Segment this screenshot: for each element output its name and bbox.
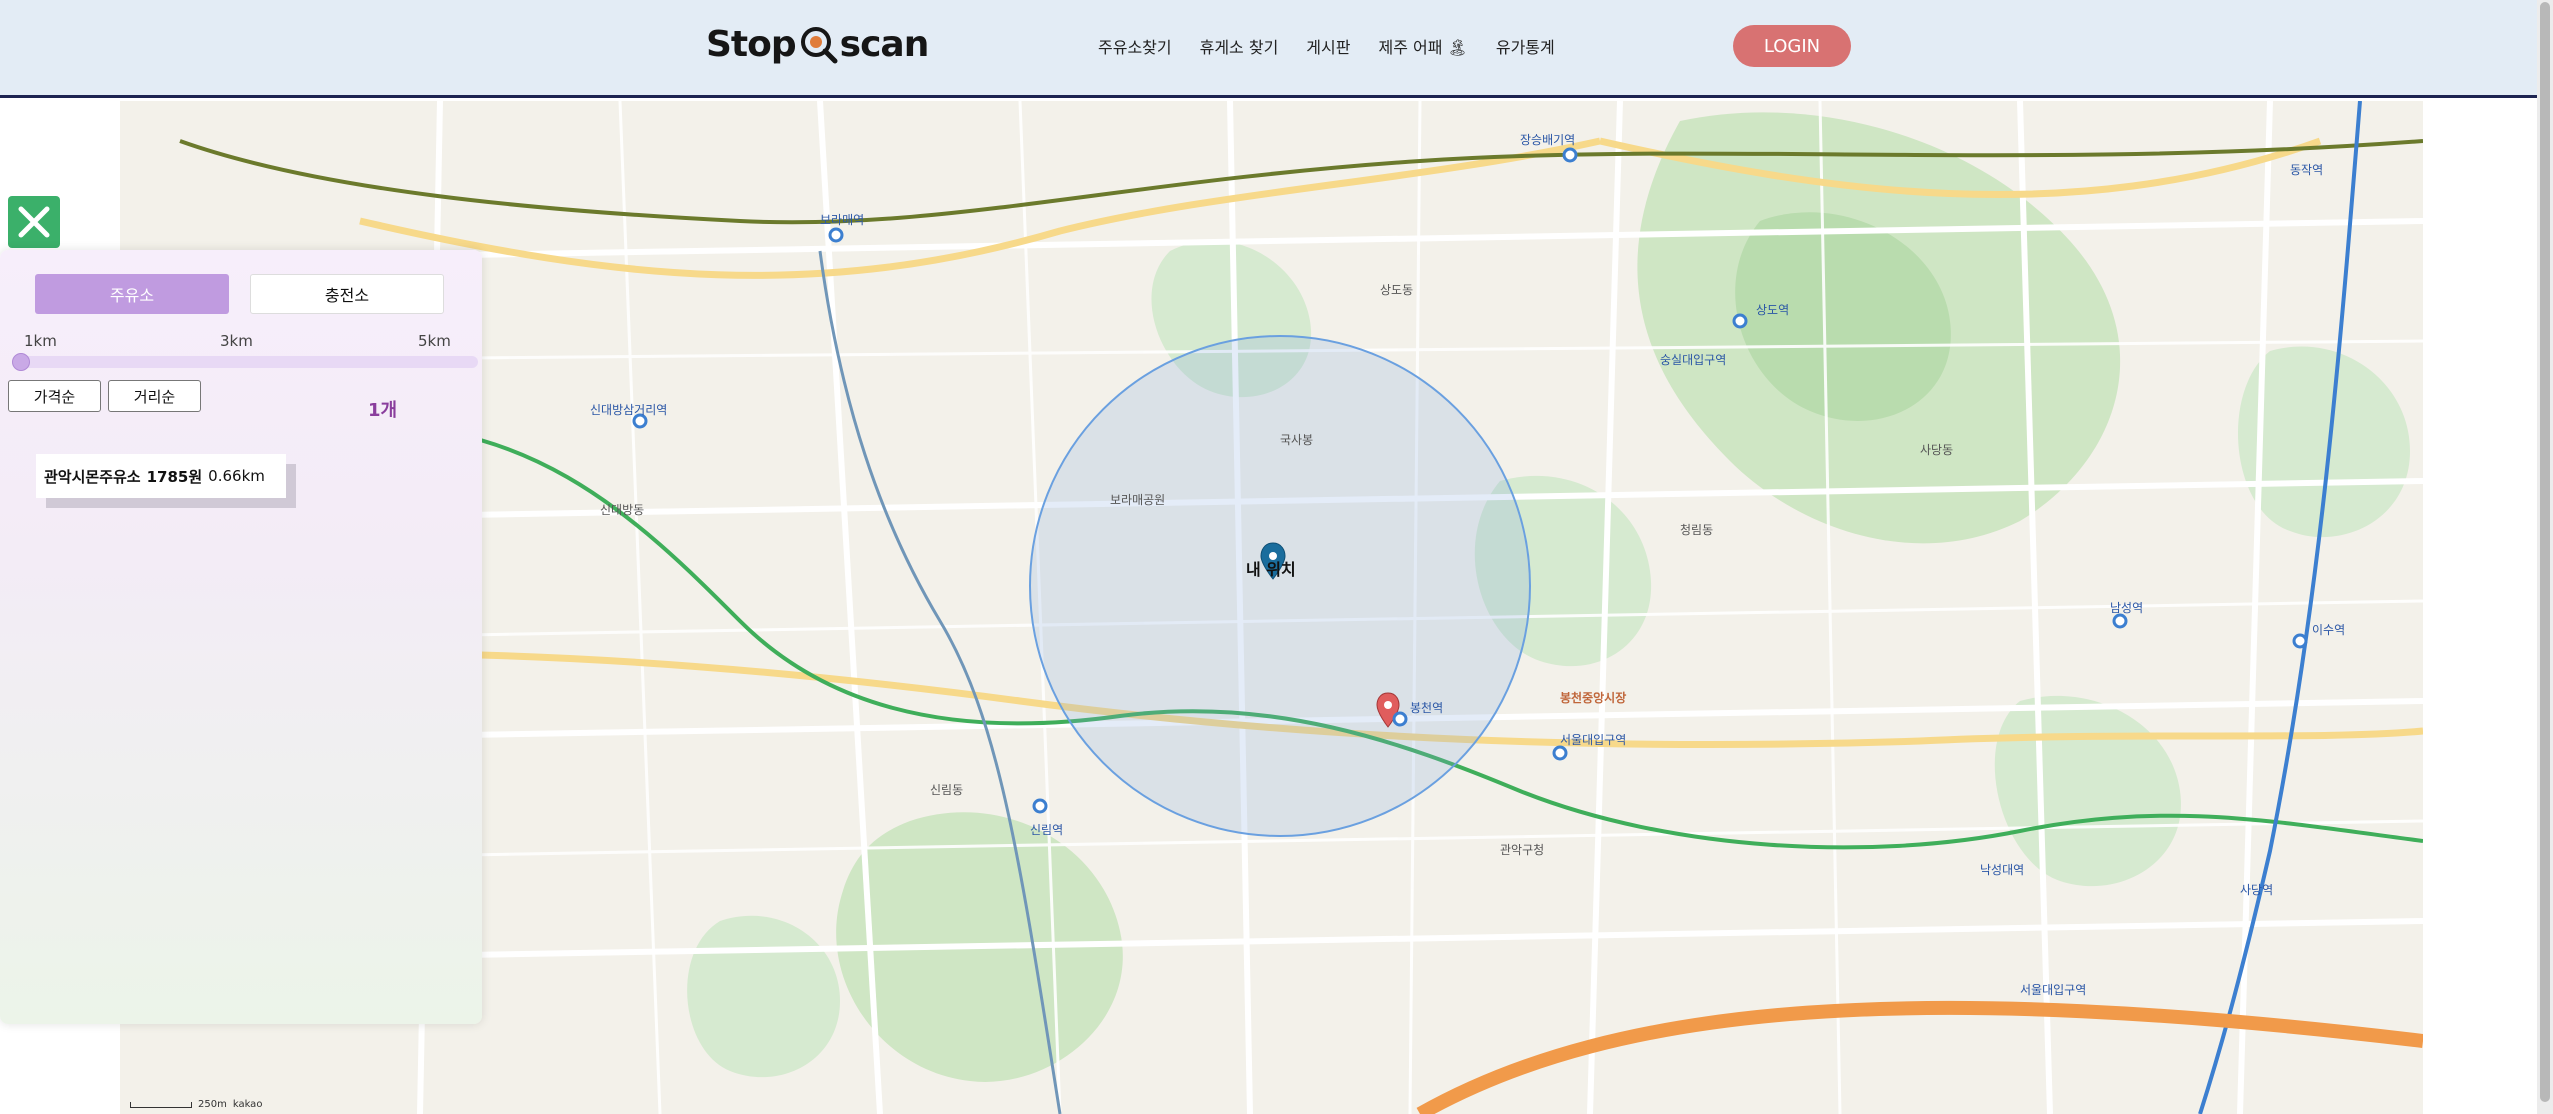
nav-find-gas[interactable]: 주유소찾기	[1098, 34, 1172, 58]
search-panel: 주유소 충전소 1km 3km 5km 가격순 거리순 1개 관악시몬주유소 1…	[0, 250, 482, 1024]
nav-jeju-pass[interactable]: 제주 어패 🏝	[1378, 34, 1467, 58]
stopscan-logo[interactable]: Stop scan	[706, 22, 930, 66]
my-location-label: 내 위치	[1246, 560, 1296, 579]
sort-by-price-button[interactable]: 가격순	[8, 380, 101, 412]
main-nav: 주유소찾기 휴게소 찾기 게시판 제주 어패 🏝 유가통계	[1098, 34, 1583, 58]
dist-label-max: 5km	[418, 332, 451, 350]
station-price: 1785원	[146, 467, 203, 486]
station-distance: 0.66km	[208, 467, 265, 485]
scrollbar-thumb[interactable]	[2540, 2, 2550, 1102]
dist-label-mid: 3km	[220, 332, 253, 350]
logo-text-1: Stop	[706, 23, 797, 65]
magnifier-icon	[798, 24, 838, 64]
nav-find-rest-area[interactable]: 휴게소 찾기	[1200, 34, 1279, 58]
result-count: 1개	[368, 400, 398, 421]
logo-text-2: scan	[839, 23, 930, 65]
slider-thumb[interactable]	[12, 353, 30, 371]
sort-by-distance-button[interactable]: 거리순	[108, 380, 201, 412]
map-provider: kakao	[232, 1099, 263, 1110]
scale-text: 250m	[198, 1099, 227, 1110]
map-scale: 250m kakao	[130, 1099, 262, 1110]
top-header: Stop scan 주유소찾기 휴게소 찾기 게시판 제주 어패 🏝 유가통계 …	[0, 0, 2553, 98]
tab-charging-station[interactable]: 충전소	[250, 274, 444, 314]
page-scrollbar[interactable]	[2537, 0, 2553, 1114]
dist-label-min: 1km	[24, 332, 57, 350]
nav-oil-stats[interactable]: 유가통계	[1496, 34, 1555, 58]
tab-gas-station[interactable]: 주유소	[35, 274, 229, 314]
nav-board[interactable]: 게시판	[1306, 34, 1350, 58]
scale-bar-line	[130, 1101, 192, 1108]
search-radius-circle	[1029, 335, 1531, 837]
login-button[interactable]: LOGIN	[1733, 25, 1851, 67]
station-name: 관악시몬주유소	[44, 467, 141, 486]
distance-slider[interactable]	[12, 353, 478, 371]
close-x-icon	[18, 206, 50, 238]
list-item[interactable]: 관악시몬주유소 1785원 0.66km	[36, 454, 286, 498]
close-panel-button[interactable]	[8, 196, 60, 248]
